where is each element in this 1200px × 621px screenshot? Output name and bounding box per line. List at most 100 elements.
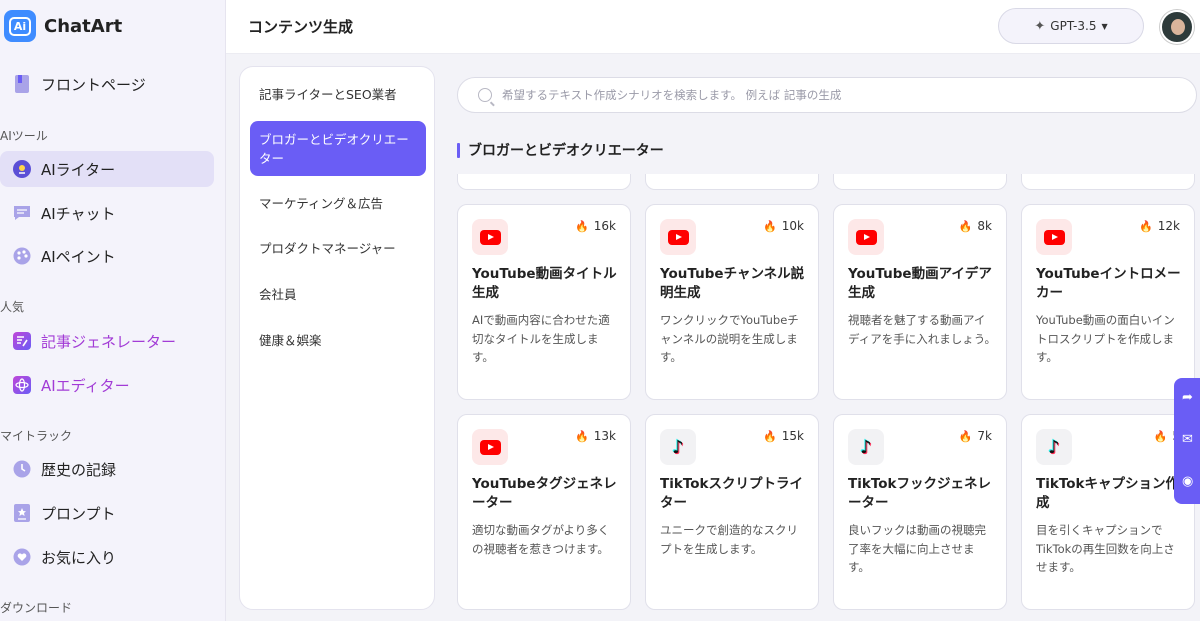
model-label: GPT-3.5 — [1050, 19, 1097, 33]
usage-count: 🔥 13k — [575, 429, 616, 443]
category-item-seo[interactable]: 記事ライターとSEO業者 — [250, 84, 426, 102]
search-icon — [478, 88, 492, 102]
section-title-text: ブロガーとビデオクリエーター — [468, 143, 664, 159]
sidebar-item-label: プロンプト — [41, 504, 116, 523]
fire-icon: 🔥 — [763, 429, 777, 443]
card-title: TikTokキャプション作成 — [1036, 476, 1179, 511]
app-name: ChatArt — [44, 15, 123, 37]
card-description: 目を引くキャプションでTikTokの再生回数を向上させます。 — [1036, 523, 1175, 574]
main-content: ブロガーとビデオクリエーター 🔥16k YouTube動画タイトル生成 AIで動… — [446, 66, 1200, 621]
card-description: 適切な動画タグがより多くの視聴者を惹きつけます。 — [472, 523, 610, 556]
card-description: YouTube動画の面白いイントロスクリプトを作成します。 — [1036, 313, 1175, 364]
card-partial — [645, 174, 819, 190]
card-title: YouTubeチャンネル説明生成 — [660, 266, 805, 301]
youtube-icon — [1036, 219, 1072, 255]
chat-icon — [12, 203, 32, 223]
card-description: 良いフックは動画の視聴完了率を大幅に向上させます。 — [848, 523, 986, 574]
sidebar-item-label: AIエディター — [41, 376, 130, 395]
tool-card[interactable]: 🔥 12k YouTubeイントロメーカー YouTube動画の面白いイントロスク… — [1021, 204, 1195, 400]
section-label-download: ダウンロード — [0, 601, 73, 615]
sidebar-item-label: AIチャット — [41, 204, 116, 223]
bookmark-icon — [12, 74, 32, 94]
card-title: YouTubeイントロメーカー — [1036, 266, 1181, 301]
sidebar-item-label: 記事ジェネレーター — [41, 332, 177, 351]
tiktok-icon: ♪ — [660, 429, 696, 465]
section-accent-bar — [457, 142, 460, 158]
tool-card[interactable]: ♪ 🔥5 TikTokキャプション作成 目を引くキャプションでTikTokの再生… — [1021, 414, 1195, 610]
category-item-marketing[interactable]: マーケティング＆広告 — [250, 193, 426, 211]
share-icon[interactable]: ➦ — [1182, 390, 1193, 405]
section-label-my-track: マイトラック — [0, 429, 73, 443]
card-title: YouTube動画アイデア生成 — [848, 266, 992, 301]
fire-icon: 🔥 — [575, 219, 589, 233]
card-partial — [457, 174, 631, 190]
search-input[interactable] — [502, 88, 1196, 102]
sparkle-icon: ✦ — [1034, 18, 1046, 34]
fire-icon: 🔥 — [1139, 219, 1153, 233]
ai-editor-icon — [12, 375, 32, 395]
tool-card[interactable]: 🔥 13k YouTubeタグジェネレーター 適切な動画タグがより多くの視聴者を惹… — [457, 414, 631, 610]
search-bar[interactable] — [457, 77, 1197, 113]
sidebar-item-label: AIライター — [41, 160, 116, 179]
tool-card[interactable]: 🔥 10k YouTubeチャンネル説明生成 ワンクリックでYouTubeチャンネ… — [645, 204, 819, 400]
tool-card[interactable]: ♪ 🔥 15k TikTokスクリプトライター ユニークで創造的なスクリプトを生成… — [645, 414, 819, 610]
mail-icon[interactable]: ✉ — [1182, 432, 1193, 447]
sidebar-item-label: お気に入り — [41, 548, 117, 567]
section-label-ai-tools: AIツール — [0, 129, 48, 143]
youtube-icon — [660, 219, 696, 255]
heart-icon — [12, 547, 32, 567]
card-title: TikTokフックジェネレーター — [848, 476, 991, 511]
card-title: TikTokスクリプトライター — [660, 476, 803, 511]
usage-count: 🔥 7k — [958, 429, 992, 443]
tool-card[interactable]: ♪ 🔥 7k TikTokフックジェネレーター 良いフックは動画の視聴完了率を大幅… — [833, 414, 1007, 610]
usage-count: 🔥 10k — [763, 219, 804, 233]
card-partial — [833, 174, 1007, 190]
card-description: 視聴者を魅了する動画アイディアを手に入れましょう。 — [848, 313, 997, 346]
sidebar-item-label: フロントページ — [41, 75, 146, 94]
category-item-blogger-video[interactable]: ブロガーとビデオクリエーター — [250, 121, 426, 176]
sidebar-item-favorites[interactable]: お気に入り — [0, 539, 214, 575]
sidebar: Ai ChatArt フロントページ AIツール AIライター AIチャット A… — [0, 0, 226, 621]
section-label-popular: 人気 — [0, 300, 25, 314]
fire-icon: 🔥 — [958, 429, 973, 443]
ai-writer-icon — [12, 159, 32, 179]
sidebar-item-ai-writer[interactable]: AIライター — [0, 151, 214, 187]
tool-card[interactable]: 🔥 8k YouTube動画アイデア生成 視聴者を魅了する動画アイディアを手に入れ… — [833, 204, 1007, 400]
usage-count: 🔥 15k — [763, 429, 804, 443]
card-title: YouTube動画タイトル生成 — [472, 266, 617, 301]
sidebar-item-article-generator[interactable]: 記事ジェネレーター — [0, 323, 214, 359]
category-item-office-worker[interactable]: 会社員 — [250, 284, 426, 302]
page-title: コンテンツ生成 — [248, 18, 354, 36]
clock-icon — [12, 459, 32, 479]
chevron-down-icon: ▼ — [1101, 21, 1108, 31]
fire-icon: 🔥 — [575, 429, 589, 443]
card-title: YouTubeタグジェネレーター — [472, 476, 617, 511]
fire-icon: 🔥 — [958, 219, 973, 233]
fire-icon: 🔥 — [763, 219, 777, 233]
fire-icon: 🔥 — [1153, 429, 1168, 443]
model-selector-button[interactable]: ✦ GPT-3.5 ▼ — [998, 8, 1144, 44]
avatar[interactable] — [1160, 10, 1194, 44]
youtube-icon — [472, 429, 508, 465]
tool-card[interactable]: 🔥 16k YouTube動画タイトル生成 AIで動画内容に合わせた適切なタイトル… — [457, 204, 631, 400]
youtube-icon — [848, 219, 884, 255]
logo[interactable]: Ai ChatArt — [4, 8, 122, 44]
sidebar-item-history[interactable]: 歴史の記録 — [0, 451, 214, 487]
category-item-health[interactable]: 健康＆娯楽 — [250, 330, 426, 348]
tiktok-icon: ♪ — [848, 429, 884, 465]
article-generator-icon — [12, 331, 32, 351]
sidebar-item-ai-chat[interactable]: AIチャット — [0, 195, 214, 231]
category-item-product-manager[interactable]: プロダクトマネージャー — [250, 238, 426, 256]
usage-count: 🔥 16k — [575, 219, 616, 233]
floating-action-bar: ➦ ✉ ◉ — [1174, 378, 1200, 504]
usage-count: 🔥 8k — [958, 219, 992, 233]
sidebar-item-ai-editor[interactable]: AIエディター — [0, 367, 214, 403]
category-panel: 記事ライターとSEO業者 ブロガーとビデオクリエーター マーケティング＆広告 プ… — [239, 66, 435, 610]
discord-icon[interactable]: ◉ — [1182, 474, 1193, 489]
sidebar-item-ai-paint[interactable]: AIペイント — [0, 238, 214, 274]
sidebar-item-front-page[interactable]: フロントページ — [0, 66, 214, 102]
tiktok-icon: ♪ — [1036, 429, 1072, 465]
card-description: ユニークで創造的なスクリプトを生成します。 — [660, 523, 798, 556]
sidebar-item-prompt[interactable]: プロンプト — [0, 495, 214, 531]
palette-icon — [12, 246, 32, 266]
